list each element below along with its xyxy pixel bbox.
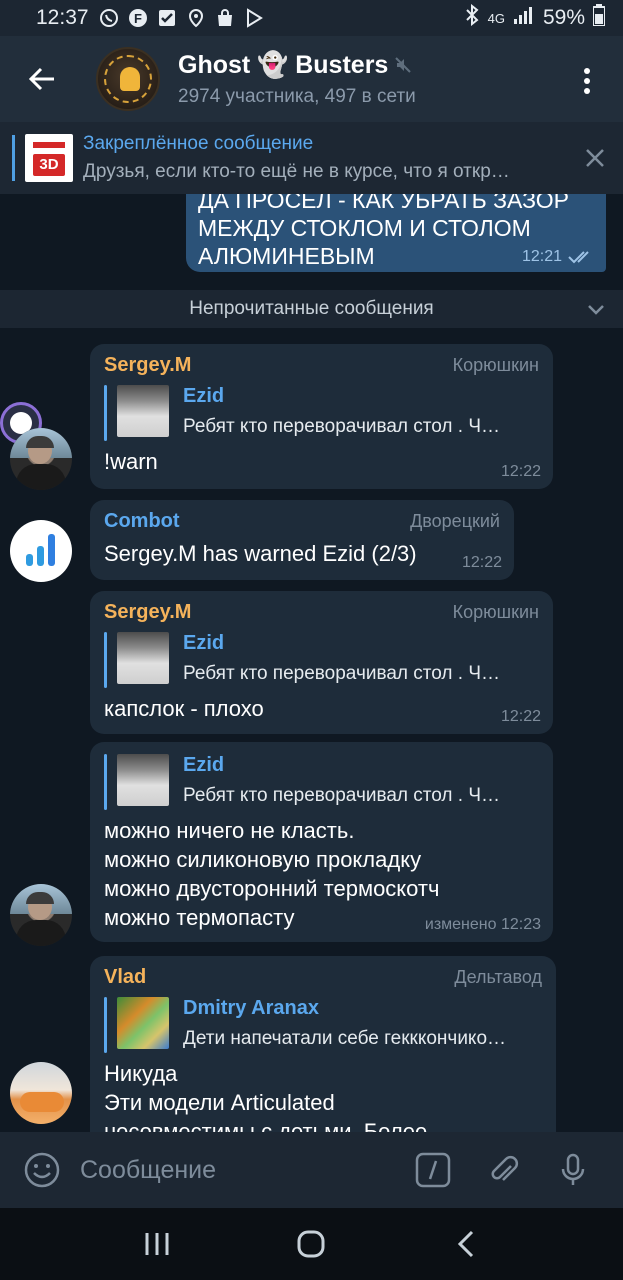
- pinned-thumbnail: 3D: [25, 134, 73, 182]
- whatsapp-icon: [99, 8, 119, 28]
- message-text: капслок - плохо: [104, 696, 264, 721]
- quote-author: Ezid: [183, 385, 225, 407]
- own-message[interactable]: ДА ПРОСЕЛ - КАК УБРАТЬ ЗАЗОР МЕЖДУ СТОКЛ…: [186, 194, 606, 272]
- message-text: можно ничего не класть. можно силиконову…: [104, 818, 440, 930]
- quote-text: Ребят кто переворачивал стол . Ч…: [183, 663, 500, 684]
- pinned-close-button[interactable]: [585, 148, 605, 168]
- message-time: 12:22: [461, 554, 502, 571]
- avatar[interactable]: [10, 428, 72, 490]
- check-box-icon: [157, 8, 177, 28]
- system-status: 4G 59%: [464, 3, 606, 32]
- system-back-button[interactable]: [446, 1224, 486, 1264]
- quote-thumbnail: [117, 997, 169, 1049]
- arrow-left-icon: [28, 67, 54, 91]
- message-input[interactable]: Сообщение: [80, 1156, 413, 1185]
- battery-icon: [592, 4, 606, 32]
- message-time: 12:22: [500, 708, 541, 725]
- message-time: 12:22: [500, 463, 541, 480]
- chevron-left-icon: [457, 1230, 473, 1258]
- message-input-bar: Сообщение: [0, 1132, 623, 1208]
- sender-name[interactable]: Sergey.M: [104, 601, 191, 624]
- bot-commands-button[interactable]: [413, 1150, 453, 1190]
- chevron-down-icon[interactable]: [587, 300, 605, 318]
- quote-text: Ребят кто переворачивал стол . Ч…: [183, 416, 500, 437]
- signal-icon: [513, 5, 535, 31]
- chat-header: Ghost 👻 Busters 2974 участника, 497 в се…: [0, 36, 623, 122]
- shopping-bag-icon: [215, 8, 235, 28]
- paperclip-icon: [491, 1155, 519, 1181]
- battery-percent: 59%: [542, 6, 585, 29]
- emoji-button[interactable]: [22, 1150, 62, 1190]
- status-bar: 12:37 F 4G 59%: [0, 0, 623, 36]
- unread-divider: Непрочитанные сообщения: [0, 290, 623, 328]
- recent-apps-icon: [145, 1233, 169, 1255]
- chat-title: Ghost 👻 Busters: [178, 51, 416, 80]
- smiley-icon: [24, 1152, 60, 1188]
- voice-button[interactable]: [553, 1150, 593, 1190]
- pinned-message[interactable]: 3D Закреплённое сообщение Друзья, если к…: [0, 122, 623, 194]
- channel-avatar[interactable]: [96, 47, 160, 111]
- quote-thumbnail: [117, 632, 169, 684]
- double-check-icon: [568, 251, 589, 264]
- message-bubble[interactable]: Ezid Ребят кто переворачивал стол . Ч… м…: [90, 742, 553, 942]
- reply-quote[interactable]: Ezid Ребят кто переворачивал стол . Ч…: [104, 632, 539, 688]
- system-nav-bar: [0, 1208, 623, 1280]
- pinned-title: Закреплённое сообщение: [83, 133, 314, 154]
- sender-name[interactable]: Vlad: [104, 966, 146, 989]
- bar-chart-icon: [26, 534, 55, 566]
- avatar[interactable]: [10, 1062, 72, 1124]
- microphone-icon: [561, 1153, 585, 1185]
- message-text: Никуда Эти модели Articulated несовмести…: [104, 1061, 428, 1132]
- quote-thumbnail: [117, 754, 169, 806]
- recent-apps-button[interactable]: [137, 1224, 177, 1264]
- reply-quote[interactable]: Dmitry Aranax Дети напечатали себе геккк…: [104, 997, 542, 1053]
- quote-thumbnail: [117, 385, 169, 437]
- avatar[interactable]: [10, 884, 72, 946]
- quote-author: Ezid: [183, 754, 225, 776]
- location-icon: [186, 8, 206, 28]
- avatar[interactable]: [10, 520, 72, 582]
- message-bubble[interactable]: Sergey.M Корюшкин Ezid Ребят кто перевор…: [90, 344, 553, 489]
- pinned-text: Друзья, если кто-то ещё не в курсе, что …: [83, 161, 510, 182]
- reply-quote[interactable]: Ezid Ребят кто переворачивал стол . Ч…: [104, 754, 539, 810]
- play-store-icon: [244, 8, 264, 28]
- message-bubble[interactable]: Vlad Дельтавод Dmitry Aranax Дети напеча…: [90, 956, 556, 1132]
- status-time: 12:37: [36, 6, 89, 29]
- sender-role: Дворецкий: [410, 511, 500, 531]
- chat-title-block[interactable]: Ghost 👻 Busters 2974 участника, 497 в се…: [178, 51, 416, 108]
- quote-author: Ezid: [183, 632, 225, 654]
- muted-icon: [395, 57, 412, 73]
- chat-subtitle: 2974 участника, 497 в сети: [178, 85, 416, 107]
- message-list[interactable]: ДА ПРОСЕЛ - КАК УБРАТЬ ЗАЗОР МЕЖДУ СТОКЛ…: [0, 194, 623, 1132]
- message-text: Sergey.M has warned Ezid (2/3): [104, 541, 417, 566]
- pinned-accent-bar: [12, 135, 15, 181]
- notification-icons: F: [99, 8, 264, 28]
- quote-author: Dmitry Aranax: [183, 997, 319, 1019]
- svg-text:F: F: [134, 11, 142, 26]
- sender-role: Корюшкин: [452, 602, 539, 622]
- sender-role: Дельтавод: [454, 967, 542, 987]
- sender-name[interactable]: Combot: [104, 510, 180, 533]
- message-time: изменено 12:23: [424, 916, 541, 933]
- back-button[interactable]: [12, 49, 72, 109]
- bluetooth-icon: [464, 3, 480, 32]
- attach-button[interactable]: [483, 1150, 523, 1190]
- slash-command-icon: [415, 1152, 451, 1188]
- quote-text: Дети напечатали себе гекккончико…: [183, 1028, 507, 1049]
- quote-text: Ребят кто переворачивал стол . Ч…: [183, 785, 500, 806]
- sender-name[interactable]: Sergey.M: [104, 354, 191, 377]
- more-vertical-icon: [584, 68, 590, 94]
- more-menu-button[interactable]: [575, 66, 599, 96]
- app-f-icon: F: [128, 8, 148, 28]
- home-button[interactable]: [291, 1224, 331, 1264]
- close-icon: [586, 149, 604, 167]
- home-icon: [297, 1230, 325, 1258]
- own-message-time: 12:21: [521, 248, 562, 265]
- network-type: 4G: [487, 10, 505, 26]
- sender-role: Корюшкин: [452, 355, 539, 375]
- message-text: !warn: [104, 449, 158, 474]
- message-bubble[interactable]: Combot Дворецкий Sergey.M has warned Ezi…: [90, 500, 514, 580]
- reply-quote[interactable]: Ezid Ребят кто переворачивал стол . Ч…: [104, 385, 539, 441]
- message-bubble[interactable]: Sergey.M Корюшкин Ezid Ребят кто перевор…: [90, 591, 553, 734]
